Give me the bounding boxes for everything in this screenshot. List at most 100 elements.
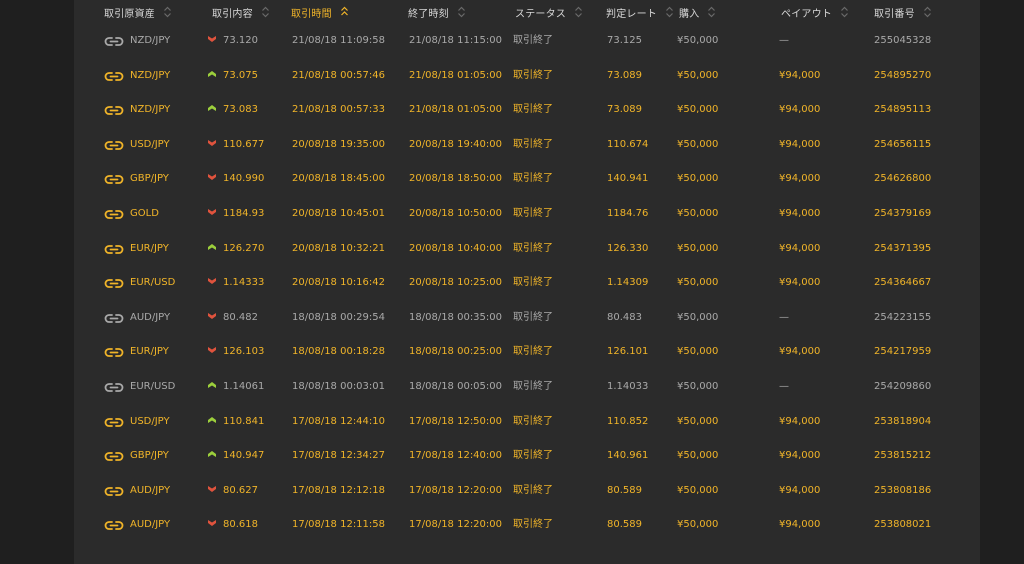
cell-status: 取引終了 [513,311,553,323]
cell-rate: 80.483 [607,311,642,323]
cell-trade-time: 17/08/18 12:12:18 [292,484,386,496]
trade-row[interactable]: GBP/JPY 140.990 20/08/18 18:45:00 20/08/18 … [74,162,980,196]
cell-content: 73.120 [208,24,258,58]
low-arrow-icon [208,520,216,527]
cell-payout: ¥94,000 [779,450,821,462]
cell-trade-id: 255045328 [874,35,932,46]
cell-payout: ¥94,000 [779,173,821,185]
cell-rate: 73.089 [607,104,642,116]
cell-asset: GBP/JPY [130,450,169,462]
column-header-status[interactable]: ステータス [515,4,583,20]
cell-status: 取引終了 [513,138,553,150]
cell-status: 取引終了 [513,277,553,289]
cell-purchase: ¥50,000 [677,104,719,116]
content-value: 126.103 [223,346,265,358]
sort-both-icon[interactable] [574,6,583,18]
cell-purchase: ¥50,000 [677,35,719,46]
trade-row[interactable]: EUR/USD 1.14061 18/08/18 00:03:01 18/08/18 … [74,370,980,404]
cell-trade-time: 20/08/18 10:32:21 [292,242,386,254]
column-header-label: 判定レート [606,8,657,20]
asset-link-icon [104,383,124,392]
asset-link-icon [104,175,124,185]
content-value: 73.120 [223,35,258,46]
low-arrow-icon [208,174,216,181]
high-arrow-icon [208,105,216,112]
trade-row[interactable]: GBP/JPY 140.947 17/08/18 12:34:27 17/08/18 … [74,439,980,473]
sort-both-icon[interactable] [457,6,466,18]
trade-row[interactable]: EUR/USD 1.14333 20/08/18 10:16:42 20/08/18 … [74,266,980,300]
trade-row[interactable]: EUR/JPY 126.103 18/08/18 00:18:28 18/08/18 … [74,335,980,369]
cell-end-time: 20/08/18 19:40:00 [409,138,503,150]
cell-purchase: ¥50,000 [677,450,719,462]
column-header-label: ペイアウト [781,8,832,20]
content-value: 140.947 [223,450,265,462]
cell-content: 140.990 [208,162,264,196]
column-header-trade-id[interactable]: 取引番号 [874,4,932,20]
column-header-trade-time[interactable]: 取引時間 [291,4,349,20]
cell-trade-id: 254895270 [874,69,932,81]
trade-history-page: 取引原資産 取引内容 取引時間 終了時刻 ステータス 判定レート 購入 ペイアウト 取引番号 N… [0,0,1024,564]
cell-purchase: ¥50,000 [677,381,719,392]
column-header-payout[interactable]: ペイアウト [781,4,849,20]
trade-row[interactable]: AUD/JPY 80.627 17/08/18 12:12:18 17/08/18 1… [74,474,980,508]
cell-asset: AUD/JPY [130,311,171,323]
cell-trade-time: 20/08/18 18:45:00 [292,173,386,185]
trade-row[interactable]: NZD/JPY 73.120 21/08/18 11:09:58 21/08/18 1… [74,24,980,58]
trade-row[interactable]: GOLD 1184.93 20/08/18 10:45:01 20/08/18 10:… [74,197,980,231]
trade-row[interactable]: EUR/JPY 126.270 20/08/18 10:32:21 20/08/18 … [74,232,980,266]
cell-trade-id: 253808021 [874,519,932,531]
cell-trade-id: 254371395 [874,242,932,254]
cell-trade-time: 18/08/18 00:29:54 [292,311,386,323]
trade-row[interactable]: USD/JPY 110.841 17/08/18 12:44:10 17/08/18 … [74,405,980,439]
cell-purchase: ¥50,000 [677,242,719,254]
asset-link-icon [104,244,124,254]
column-header-rate[interactable]: 判定レート [606,4,674,20]
column-header-purchase[interactable]: 購入 [679,4,716,20]
cell-content: 140.947 [208,439,264,473]
sort-both-icon[interactable] [707,6,716,18]
cell-asset: NZD/JPY [130,104,171,116]
sort-both-icon[interactable] [163,6,172,18]
cell-status: 取引終了 [513,69,553,81]
sort-ascending-icon[interactable] [340,6,349,18]
trade-row[interactable]: NZD/JPY 73.083 21/08/18 00:57:33 21/08/18 0… [74,93,980,127]
cell-payout: ¥94,000 [779,104,821,116]
cell-asset: NZD/JPY [130,69,171,81]
column-header-content[interactable]: 取引内容 [212,4,270,20]
cell-end-time: 18/08/18 00:05:00 [409,381,503,392]
content-value: 140.990 [223,173,265,185]
sort-both-icon[interactable] [261,6,270,18]
cell-trade-id: 254656115 [874,138,932,150]
cell-status: 取引終了 [513,242,553,254]
cell-status: 取引終了 [513,104,553,116]
cell-purchase: ¥50,000 [677,484,719,496]
column-header-label: 購入 [679,8,700,20]
cell-payout: — [779,381,789,392]
trade-row[interactable]: AUD/JPY 80.482 18/08/18 00:29:54 18/08/18 0… [74,301,980,335]
cell-purchase: ¥50,000 [677,69,719,81]
sort-both-icon[interactable] [665,6,674,18]
cell-payout: ¥94,000 [779,69,821,81]
cell-asset: GOLD [130,208,159,219]
cell-rate: 140.961 [607,450,649,462]
cell-status: 取引終了 [513,381,553,392]
sort-both-icon[interactable] [923,6,932,18]
trade-row[interactable]: USD/JPY 110.677 20/08/18 19:35:00 20/08/18 … [74,128,980,162]
cell-trade-time: 17/08/18 12:34:27 [292,450,386,462]
column-header-asset[interactable]: 取引原資産 [104,4,172,20]
asset-link-icon [104,486,124,496]
cell-payout: — [779,35,789,46]
content-value: 73.075 [223,69,258,81]
trade-row[interactable]: AUD/JPY 80.618 17/08/18 12:11:58 17/08/18 1… [74,508,980,542]
trade-row[interactable]: NZD/JPY 73.075 21/08/18 00:57:46 21/08/18 0… [74,59,980,93]
content-value: 110.677 [223,138,265,150]
column-header-end-time[interactable]: 終了時刻 [408,4,466,20]
cell-content: 126.103 [208,335,264,369]
cell-trade-id: 254626800 [874,173,932,185]
cell-trade-id: 254895113 [874,104,932,116]
cell-status: 取引終了 [513,450,553,462]
high-arrow-icon [208,382,216,388]
cell-asset: EUR/JPY [130,242,169,254]
sort-both-icon[interactable] [840,6,849,18]
cell-content: 110.677 [208,128,264,162]
